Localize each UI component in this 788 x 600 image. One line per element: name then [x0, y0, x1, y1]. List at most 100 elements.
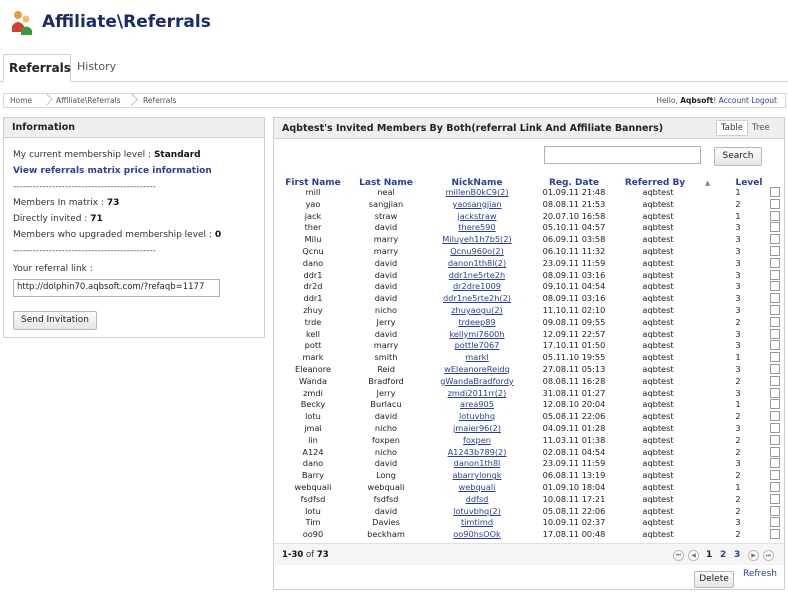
tab-referrals[interactable]: Referrals	[3, 54, 71, 82]
row-checkbox[interactable]	[770, 375, 780, 386]
last-name-cell: david	[374, 257, 398, 268]
nickname-link[interactable]: zhuyaogu(2)	[422, 305, 532, 315]
nickname-link[interactable]: kellymi7600h	[422, 329, 532, 339]
row-checkbox[interactable]	[770, 340, 780, 351]
search-button[interactable]: Search	[714, 147, 762, 166]
row-checkbox[interactable]	[770, 387, 780, 398]
referred-by-cell: aqbtest	[642, 493, 674, 504]
row-checkbox[interactable]	[770, 423, 780, 433]
row-checkbox[interactable]	[770, 269, 780, 280]
nickname-link[interactable]: dr2dre1009	[422, 281, 532, 291]
table-row: ddr1 david ddr1ne5rte2h 08.09.11 03:16 aqbte…	[274, 269, 784, 280]
send-invitation-button[interactable]: Send Invitation	[13, 311, 97, 330]
last-name-cell: Burlacu	[370, 399, 402, 410]
page-2[interactable]: 2	[720, 550, 726, 560]
next-page-icon[interactable]: ▶	[748, 550, 759, 561]
nickname-link[interactable]: gWandaBradfordy	[422, 376, 532, 386]
breadcrumb-home[interactable]: Home	[10, 96, 32, 105]
nickname-link[interactable]: danon1th8l(2)	[422, 258, 532, 268]
nickname-link[interactable]: ddr1ne5rte2h	[422, 270, 532, 280]
separator: ----------------------------------------…	[13, 246, 156, 256]
referred-by-cell: aqbtest	[642, 187, 674, 197]
nickname-link[interactable]: timtimd	[422, 517, 532, 527]
first-name-cell: Tim	[305, 517, 321, 528]
row-checkbox[interactable]	[770, 198, 780, 209]
nickname-link[interactable]: oo90hsOOk	[422, 529, 532, 539]
row-checkbox[interactable]	[770, 399, 780, 410]
nickname-link[interactable]: yaosangjian	[422, 199, 532, 209]
level-cell: 1	[735, 210, 741, 221]
last-name-cell: Davies	[372, 517, 400, 528]
prev-page-icon[interactable]: ◀	[688, 550, 699, 561]
nickname-link[interactable]: markl	[422, 352, 532, 362]
tab-table-view[interactable]: Table	[716, 120, 748, 136]
row-checkbox[interactable]	[770, 411, 780, 422]
page-1[interactable]: 1	[706, 550, 712, 560]
nickname-link[interactable]: lotuvbhq	[422, 411, 532, 421]
nickname-link[interactable]: foxpen	[422, 435, 532, 445]
nickname-link[interactable]: ddr1ne5rte2h(2)	[422, 293, 532, 303]
row-checkbox[interactable]	[770, 305, 780, 315]
nickname-link[interactable]: trdeep89	[422, 317, 532, 327]
table-row: zhuy nicho zhuyaogu(2) 11.10.11 02:10 aqbtes…	[274, 305, 784, 315]
last-page-icon[interactable]: ⏭	[763, 550, 774, 561]
row-checkbox[interactable]	[770, 458, 780, 469]
row-checkbox[interactable]	[770, 187, 780, 197]
nickname-link[interactable]: ddfsd	[422, 494, 532, 504]
row-checkbox[interactable]	[770, 482, 780, 492]
nickname-link[interactable]: there590	[422, 222, 532, 232]
logout-link[interactable]: Logout	[751, 96, 777, 105]
tab-history[interactable]: History	[72, 54, 121, 82]
nickname-link[interactable]: pottle7067	[422, 340, 532, 350]
nickname-link[interactable]: Miluyeh1h7b5(2)	[422, 234, 532, 244]
matrix-price-link[interactable]: View referrals matrix price information	[13, 166, 212, 176]
table-row: Eleanore Reid wEleanoreReidq 27.08.11 05:13…	[274, 364, 784, 374]
first-page-icon[interactable]: ⏮	[673, 550, 684, 561]
nickname-link[interactable]: millenB0kC9(2)	[422, 187, 532, 197]
row-checkbox[interactable]	[770, 281, 780, 292]
row-checkbox[interactable]	[770, 246, 780, 256]
account-link[interactable]: Account	[719, 96, 749, 105]
nickname-link[interactable]: A1243b789(2)	[422, 447, 532, 457]
row-checkbox[interactable]	[770, 446, 780, 457]
row-checkbox[interactable]	[770, 493, 780, 504]
page-3[interactable]: 3	[734, 550, 740, 560]
nickname-link[interactable]: jackstraw	[422, 211, 532, 221]
search-input[interactable]	[544, 146, 701, 164]
row-checkbox[interactable]	[770, 257, 780, 268]
nickname-link[interactable]: area905	[422, 399, 532, 409]
row-checkbox[interactable]	[770, 316, 780, 327]
row-checkbox[interactable]	[770, 517, 780, 528]
last-name-cell: straw	[374, 210, 398, 221]
referral-link-field[interactable]: http://dolphin70.aqbsoft.com/?refaqb=117…	[13, 279, 220, 297]
row-checkbox[interactable]	[770, 222, 780, 233]
nickname-link[interactable]: lotuvbhq(2)	[422, 506, 532, 516]
nickname-link[interactable]: webquali	[422, 482, 532, 492]
delete-button[interactable]: Delete	[694, 571, 734, 588]
nickname-link[interactable]: wEleanoreReidq	[422, 364, 532, 374]
breadcrumb-affiliate[interactable]: Affiliate\Referrals	[56, 96, 121, 105]
nickname-link[interactable]: danon1th8l	[422, 458, 532, 468]
first-name-cell: zhuy	[303, 305, 323, 315]
reg-date-cell: 06.08.11 13:19	[542, 470, 606, 481]
row-checkbox[interactable]	[770, 434, 780, 445]
row-checkbox[interactable]	[770, 352, 780, 363]
refresh-link[interactable]: Refresh	[743, 569, 777, 579]
level-cell: 1	[735, 399, 741, 410]
nickname-link[interactable]: abarrylongk	[422, 470, 532, 480]
row-checkbox[interactable]	[770, 364, 780, 374]
row-checkbox[interactable]	[770, 210, 780, 221]
first-name-cell: Barry	[301, 470, 325, 481]
tab-tree-view[interactable]: Tree	[752, 123, 770, 133]
information-panel: Information My current membership level …	[3, 117, 265, 338]
row-checkbox[interactable]	[770, 234, 780, 245]
row-checkbox[interactable]	[770, 529, 780, 540]
nickname-link[interactable]: jmaier96(2)	[422, 423, 532, 433]
first-name-cell: ther	[304, 222, 322, 233]
row-checkbox[interactable]	[770, 505, 780, 516]
nickname-link[interactable]: Qcnu960o(2)	[422, 246, 532, 256]
row-checkbox[interactable]	[770, 470, 780, 481]
nickname-link[interactable]: zmdi2011rr(2)	[422, 388, 532, 398]
row-checkbox[interactable]	[770, 328, 780, 339]
row-checkbox[interactable]	[770, 293, 780, 304]
